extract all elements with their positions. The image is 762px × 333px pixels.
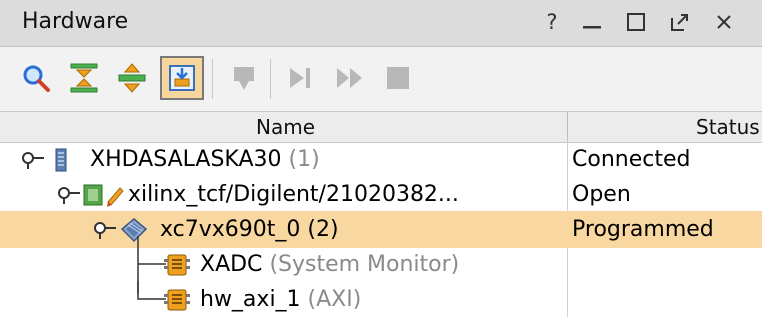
debug-core-icon [164,287,190,313]
run-trigger-icon [290,68,310,88]
minimize-button[interactable] [576,6,608,38]
search-button[interactable] [14,56,58,100]
row-name: XADC (System Monitor) [200,252,460,277]
row-name: hw_axi_1 (AXI) [200,287,362,312]
panel-title-bar: Hardware ? [0,0,762,47]
maximize-button[interactable] [620,6,652,38]
table-row[interactable]: hw_axi_1 (AXI) [0,281,762,318]
row-name: xilinx_tcf/Digilent/21020382... [128,182,459,207]
search-icon [23,65,50,92]
expand-all-button[interactable] [110,56,154,100]
help-icon: ? [546,10,558,34]
run-immediate-icon [337,68,362,88]
row-status: Open [572,182,631,207]
minimize-icon [583,26,601,29]
auto-connect-icon [169,65,195,91]
tree-node-handle-icon[interactable] [56,184,80,206]
auto-connect-button[interactable] [160,56,204,100]
table-row[interactable]: xilinx_tcf/Digilent/21020382... Open [0,176,762,213]
table-row[interactable]: XADC (System Monitor) [0,236,762,294]
stop-icon [387,67,409,89]
float-button[interactable] [664,6,696,38]
debug-core-icon [164,252,190,278]
program-device-icon [234,67,254,90]
row-name: xc7vx690t_0 (2) [160,217,339,242]
jtag-target-icon [82,182,126,208]
row-status: Connected [572,147,691,172]
toolbar-separator [270,59,271,99]
row-status: Programmed [572,217,714,242]
collapse-all-button[interactable] [62,56,106,100]
maximize-icon [627,13,645,31]
hardware-toolbar [0,47,762,111]
run-trigger-button[interactable] [278,56,322,100]
expand-all-icon [118,63,146,93]
program-device-button[interactable] [222,56,266,100]
tree-connector [137,281,166,300]
column-header-status[interactable]: Status [696,112,760,142]
tree-node-handle-icon[interactable] [20,149,44,171]
table-row-selected[interactable]: xc7vx690t_0 (2) Programmed [0,211,762,248]
row-name: XHDASALASKA30 (1) [90,147,320,172]
table-header: Name Status [0,111,762,143]
panel-title: Hardware [22,9,129,34]
tree-node-handle-icon[interactable] [92,219,116,241]
column-header-name[interactable]: Name [256,112,315,142]
table-row[interactable]: XHDASALASKA30 (1) Connected [0,141,762,178]
float-icon [671,14,688,31]
collapse-all-icon [70,63,98,93]
close-icon [717,15,731,29]
stop-trigger-button[interactable] [376,56,420,100]
column-divider[interactable] [567,112,568,142]
server-icon [48,147,74,173]
close-button[interactable] [708,6,740,38]
toolbar-separator [212,59,213,99]
run-trigger-immediate-button[interactable] [328,56,372,100]
hardware-panel: Hardware ? Name Status XHDASALASKA30 (1)… [0,0,762,333]
help-button[interactable]: ? [538,6,566,38]
